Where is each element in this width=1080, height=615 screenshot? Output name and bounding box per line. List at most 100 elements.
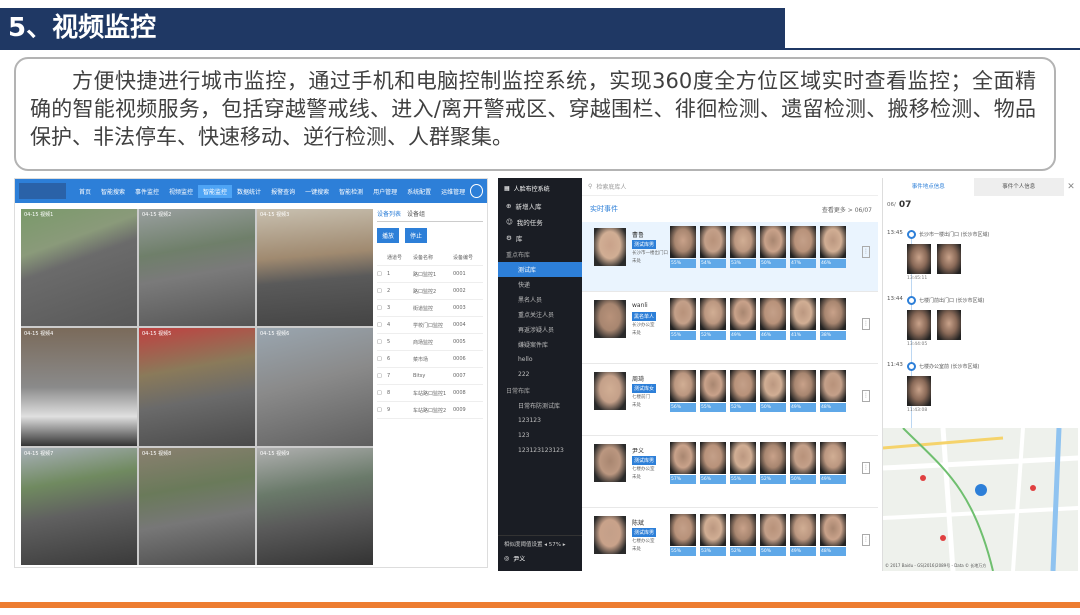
event-row[interactable]: wanli 黑名单人 长沙办公室 未处 55% 52% 49% 46% 41% 38% ⋮ [582,294,878,364]
row-checkbox[interactable]: □ [377,305,387,311]
match-thumbnail[interactable]: 50% [790,442,816,484]
match-thumbnail[interactable]: 50% [760,514,786,556]
camera-feed[interactable]: 04-15 视频1 [21,209,137,327]
library-item[interactable]: 快递 [498,277,582,292]
match-thumbnail[interactable]: 49% [790,370,816,412]
match-thumbnail[interactable]: 48% [820,514,846,556]
event-row[interactable]: 尹义 测试库男 七楼办公室 未处 57% 56% 55% 52% 50% 49% ⋮ [582,438,878,508]
timeline-photo[interactable] [907,310,931,340]
search-bar[interactable]: ⚲ 检索底库人 [582,178,878,196]
match-thumbnail[interactable]: 57% [670,442,696,484]
row-checkbox[interactable]: □ [377,322,387,328]
camera-feed[interactable]: 04-15 视频9 [257,447,373,565]
timeline-photo[interactable] [937,244,961,274]
user-icon[interactable] [470,184,483,198]
nav-item[interactable]: 系统配置 [402,185,436,198]
camera-feed[interactable]: 04-15 视频6 [257,328,373,446]
match-thumbnail[interactable]: 52% [730,514,756,556]
row-checkbox[interactable]: □ [377,407,387,413]
library-item[interactable]: 再返涉疑人员 [498,322,582,337]
more-icon[interactable]: ⋮ [862,462,870,474]
nav-item-active[interactable]: 智能监控 [198,184,233,198]
timeline-photo[interactable] [937,310,961,340]
match-thumbnail[interactable]: 54% [700,226,726,268]
stop-button[interactable]: 停止 [405,228,428,243]
nav-item[interactable]: 数据统计 [232,185,266,198]
match-thumbnail[interactable]: 46% [760,298,786,340]
camera-feed[interactable]: 04-15 视频2 [139,209,255,327]
nav-item[interactable]: 用户管理 [368,185,402,198]
more-icon[interactable]: ⋮ [862,318,870,330]
library-item[interactable]: 123 [498,428,582,443]
nav-item[interactable]: 首页 [74,185,96,198]
library-item[interactable]: 日常布防测试库 [498,398,582,413]
match-thumbnail[interactable]: 49% [790,514,816,556]
device-row[interactable]: □ 1 路口监控1 0001 [377,266,483,283]
nav-item[interactable]: 一键搜索 [300,185,334,198]
device-row[interactable]: □ 2 路口监控2 0002 [377,283,483,300]
more-icon[interactable]: ⋮ [862,534,870,546]
match-thumbnail[interactable]: 53% [700,514,726,556]
library-item[interactable]: 黑名人员 [498,292,582,307]
match-thumbnail[interactable]: 49% [730,298,756,340]
nav-item[interactable]: 智能搜索 [96,185,130,198]
device-row[interactable]: □ 4 学校门口监控 0004 [377,317,483,334]
row-checkbox[interactable]: □ [377,373,387,379]
event-row[interactable]: 曹鲁 测试库男 长沙市一楼出门口 未处 55% 54% 53% 50% 47% 46% ⋮ [582,222,878,292]
device-row[interactable]: □ 6 菜市场 0006 [377,351,483,368]
row-checkbox[interactable]: □ [377,339,387,345]
match-thumbnail[interactable]: 52% [700,298,726,340]
match-thumbnail[interactable]: 52% [760,442,786,484]
library-item[interactable]: 123123123123 [498,443,582,458]
camera-feed[interactable]: 04-15 视频3 [257,209,373,327]
camera-feed[interactable]: 04-15 视频8 [139,447,255,565]
device-row[interactable]: □ 8 车站路口监控1 0008 [377,385,483,402]
camera-feed[interactable]: 04-15 视频7 [21,447,137,565]
nav-item[interactable]: 视频监控 [164,185,198,198]
match-thumbnail[interactable]: 56% [670,370,696,412]
tab-device-list[interactable]: 设备列表 [377,209,401,218]
device-row[interactable]: □ 9 车站路口监控2 0009 [377,402,483,419]
map-pin[interactable] [975,484,987,496]
threshold-setting[interactable]: 相似度阈值设置 ◂ 57% ▸ [498,536,582,552]
match-thumbnail[interactable]: 47% [790,226,816,268]
menu-my-tasks[interactable]: ☺ 我的任务 [498,214,582,230]
timeline-photo[interactable] [907,244,931,274]
nav-item[interactable]: 智能检测 [334,185,368,198]
camera-feed[interactable]: 04-15 视频5 [139,328,255,446]
row-checkbox[interactable]: □ [377,356,387,362]
match-thumbnail[interactable]: 48% [820,370,846,412]
menu-library[interactable]: ⚙ 库 [498,230,582,246]
library-item[interactable]: 测试库 [498,262,582,277]
match-thumbnail[interactable]: 38% [820,298,846,340]
match-thumbnail[interactable]: 52% [730,370,756,412]
match-thumbnail[interactable]: 55% [730,442,756,484]
library-item[interactable]: 嫌疑案件库 [498,337,582,352]
nav-item[interactable]: 报警查询 [266,185,300,198]
match-thumbnail[interactable]: 50% [760,226,786,268]
row-checkbox[interactable]: □ [377,271,387,277]
map-view[interactable]: © 2017 Baidu - GS(2016)2089号 - Data © 长地… [883,428,1078,571]
library-item[interactable]: 123123 [498,413,582,428]
match-thumbnail[interactable]: 49% [820,442,846,484]
library-item[interactable]: hello [498,352,582,367]
tab-device-group[interactable]: 设备组 [407,209,425,218]
device-row[interactable]: □ 3 街道监控 0003 [377,300,483,317]
match-thumbnail[interactable]: 41% [790,298,816,340]
library-item[interactable]: 222 [498,367,582,382]
more-icon[interactable]: ⋮ [862,390,870,402]
view-more-link[interactable]: 查看更多 > 06/07 [822,205,872,214]
match-thumbnail[interactable]: 55% [670,226,696,268]
match-thumbnail[interactable]: 56% [700,442,726,484]
close-icon[interactable]: ✕ [1064,182,1078,192]
match-thumbnail[interactable]: 55% [670,298,696,340]
timeline-photo[interactable] [907,376,931,406]
camera-feed[interactable]: 04-15 视频4 [21,328,137,446]
play-button[interactable]: 播放 [377,228,400,243]
tab-person-info[interactable]: 事件个人信息 [973,178,1064,196]
menu-new-library[interactable]: ⊕ 新增人库 [498,198,582,214]
match-thumbnail[interactable]: 55% [700,370,726,412]
match-thumbnail[interactable]: 53% [730,226,756,268]
match-thumbnail[interactable]: 46% [820,226,846,268]
nav-item[interactable]: 运维管理 [436,185,470,198]
